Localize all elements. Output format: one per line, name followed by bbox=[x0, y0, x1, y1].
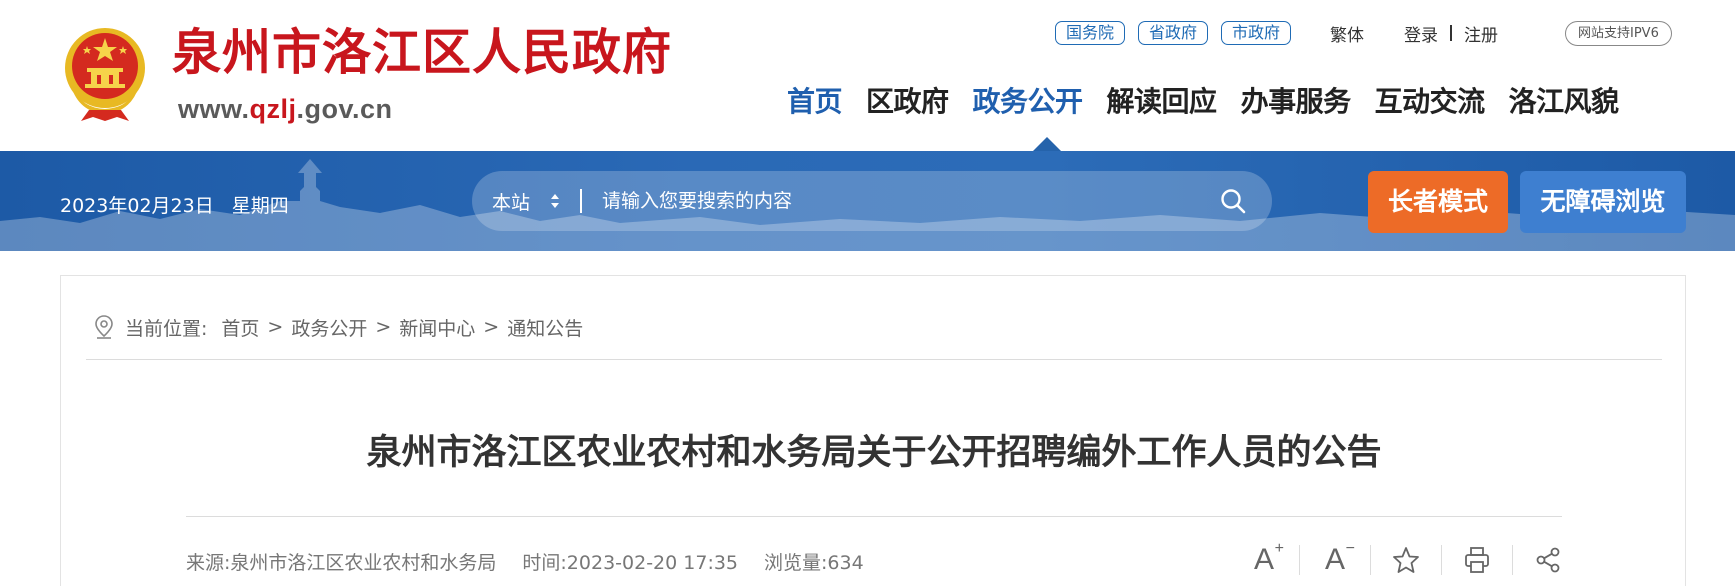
breadcrumb: 当前位置: 首页 > 政务公开 > 新闻中心 > 通知公告 bbox=[93, 314, 583, 340]
article-card: 当前位置: 首页 > 政务公开 > 新闻中心 > 通知公告 泉州市洛江区农业农村… bbox=[60, 275, 1686, 586]
city-gov-link[interactable]: 市政府 bbox=[1221, 21, 1292, 45]
elder-mode-button[interactable]: 长者模式 bbox=[1368, 171, 1508, 233]
search-divider bbox=[580, 189, 582, 213]
current-date: 2023年02月23日 星期四 bbox=[60, 191, 289, 218]
search-box: 本站 bbox=[472, 171, 1272, 231]
tool-divider bbox=[1441, 545, 1442, 575]
login-link[interactable]: 登录 bbox=[1404, 21, 1438, 46]
font-decrease-icon[interactable]: A − bbox=[1317, 541, 1355, 578]
guowuyuan-link[interactable]: 国务院 bbox=[1055, 21, 1126, 45]
main-nav: 首页 区政府 政务公开 解读回应 办事服务 互动交流 洛江风貌 bbox=[787, 82, 1619, 122]
search-icon[interactable] bbox=[1220, 188, 1246, 214]
sort-arrows-icon[interactable] bbox=[550, 191, 560, 211]
nav-district-gov[interactable]: 区政府 bbox=[866, 82, 949, 122]
breadcrumb-news-center[interactable]: 新闻中心 bbox=[399, 314, 475, 341]
site-header: 泉州市洛江区人民政府 www.qzlj.gov.cn 国务院 省政府 市政府 繁… bbox=[0, 0, 1735, 151]
font-decrease-letter: A bbox=[1324, 543, 1345, 576]
breadcrumb-separator: > bbox=[483, 316, 500, 338]
article-title: 泉州市洛江区农业农村和水务局关于公开招聘编外工作人员的公告 bbox=[366, 433, 1382, 473]
search-banner: 2023年02月23日星期四 本站 长者模式 无障碍浏览 bbox=[0, 151, 1735, 251]
nav-interaction[interactable]: 互动交流 bbox=[1375, 82, 1486, 122]
site-name: 泉州市洛江区人民政府 bbox=[172, 23, 673, 81]
ipv6-badge: 网站支持IPV6 bbox=[1565, 21, 1672, 46]
print-icon[interactable] bbox=[1459, 542, 1495, 578]
province-gov-link[interactable]: 省政府 bbox=[1138, 21, 1209, 45]
article-time: 时间:2023-02-20 17:35 bbox=[522, 552, 739, 574]
share-icon[interactable] bbox=[1530, 542, 1566, 578]
traditional-chinese-link[interactable]: 繁体 bbox=[1330, 21, 1364, 46]
breadcrumb-home[interactable]: 首页 bbox=[221, 314, 259, 341]
breadcrumb-gov-affairs[interactable]: 政务公开 bbox=[291, 314, 367, 341]
star-icon[interactable] bbox=[1388, 542, 1424, 578]
font-increase-letter: A bbox=[1253, 543, 1274, 576]
nav-interpretation[interactable]: 解读回应 bbox=[1107, 82, 1218, 122]
breadcrumb-separator: > bbox=[267, 316, 284, 338]
breadcrumb-divider bbox=[86, 359, 1662, 360]
article-meta: 来源:泉州市洛江区农业农村和水务局 时间:2023-02-20 17:35 浏览… bbox=[186, 548, 890, 575]
url-prefix: www. bbox=[178, 94, 250, 124]
search-scope-select[interactable]: 本站 bbox=[492, 188, 530, 215]
breadcrumb-label: 当前位置: bbox=[125, 317, 208, 340]
article-source: 来源:泉州市洛江区农业农村和水务局 bbox=[186, 552, 497, 574]
active-nav-indicator bbox=[1033, 137, 1061, 151]
login-register-divider bbox=[1450, 25, 1453, 41]
national-emblem-icon[interactable] bbox=[59, 24, 151, 122]
date-value: 2023年02月23日 bbox=[60, 195, 214, 217]
search-input[interactable] bbox=[602, 184, 1162, 218]
url-highlight: qzlj bbox=[249, 94, 297, 124]
register-link[interactable]: 注册 bbox=[1464, 21, 1498, 46]
tool-divider bbox=[1512, 545, 1513, 575]
top-links: 国务院 省政府 市政府 繁体 登录 注册 bbox=[1055, 21, 1498, 46]
nav-services[interactable]: 办事服务 bbox=[1241, 82, 1352, 122]
tool-divider bbox=[1299, 545, 1300, 575]
weekday-value: 星期四 bbox=[231, 195, 289, 217]
breadcrumb-notices[interactable]: 通知公告 bbox=[507, 314, 583, 341]
font-increase-icon[interactable]: A + bbox=[1246, 541, 1284, 578]
nav-gov-affairs[interactable]: 政务公开 bbox=[973, 82, 1084, 122]
location-pin-icon bbox=[95, 315, 113, 339]
site-url: www.qzlj.gov.cn bbox=[178, 94, 393, 125]
nav-scenery[interactable]: 洛江风貌 bbox=[1509, 82, 1620, 122]
tool-divider bbox=[1370, 545, 1371, 575]
article-views: 浏览量:634 bbox=[764, 552, 864, 574]
breadcrumb-separator: > bbox=[375, 316, 392, 338]
article-tools: A + A − bbox=[1246, 541, 1566, 578]
title-divider bbox=[186, 516, 1562, 517]
url-suffix: .gov.cn bbox=[296, 94, 393, 124]
nav-home[interactable]: 首页 bbox=[787, 82, 843, 122]
accessible-browse-button[interactable]: 无障碍浏览 bbox=[1520, 171, 1686, 233]
